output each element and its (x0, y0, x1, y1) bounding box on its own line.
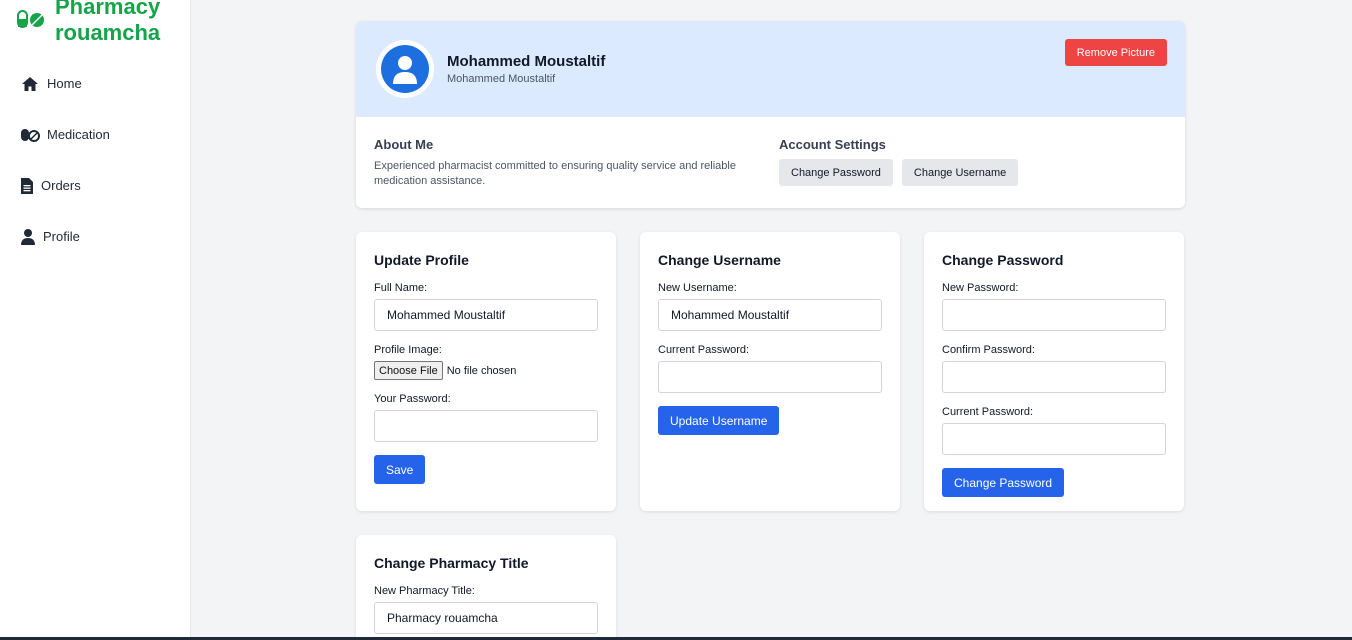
brand-line2: rouamcha (55, 20, 161, 45)
sidebar-nav: Home Medication Orders Profile (0, 58, 191, 262)
choose-file-button[interactable]: Choose File (374, 361, 443, 380)
scrollbar-track[interactable] (1344, 0, 1352, 640)
your-password-input[interactable] (374, 410, 598, 442)
about-me-title: About Me (374, 137, 434, 152)
new-pharmacy-title-label: New Pharmacy Title: (374, 585, 475, 597)
change-password-button[interactable]: Change Password (942, 468, 1065, 497)
account-settings-title: Account Settings (779, 137, 886, 152)
change-password-shortcut-button[interactable]: Change Password (779, 159, 893, 186)
main-content: Mohammed Moustaltif Mohammed Moustaltif … (356, 21, 1185, 640)
sidebar-item-profile[interactable]: Profile (0, 211, 191, 262)
profile-name: Mohammed Moustaltif (447, 53, 606, 70)
change-password-card: Change Password New Password: Confirm Pa… (924, 232, 1184, 511)
profile-card: Mohammed Moustaltif Mohammed Moustaltif … (356, 21, 1185, 208)
profile-details: About Me Experienced pharmacist committe… (356, 117, 1185, 208)
remove-picture-button[interactable]: Remove Picture (1064, 39, 1167, 66)
user-icon (20, 228, 36, 246)
save-button[interactable]: Save (374, 455, 426, 484)
card-title: Change Username (658, 252, 781, 268)
sidebar-item-label: Medication (47, 127, 110, 142)
home-icon (20, 75, 40, 93)
brand[interactable]: Pharmacy rouamcha (17, 0, 185, 46)
sidebar-item-orders[interactable]: Orders (0, 160, 191, 211)
sidebar-item-medication[interactable]: Medication (0, 109, 191, 160)
profile-header: Mohammed Moustaltif Mohammed Moustaltif … (356, 21, 1185, 117)
confirm-password-input[interactable] (942, 361, 1166, 393)
brand-title: Pharmacy rouamcha (55, 0, 185, 46)
pills-icon (20, 126, 40, 144)
profile-image-label: Profile Image: (374, 344, 442, 356)
sidebar-item-home[interactable]: Home (0, 58, 191, 109)
change-pharmacy-title-card: Change Pharmacy Title New Pharmacy Title… (356, 535, 616, 640)
full-name-input[interactable] (374, 299, 598, 331)
document-icon (20, 177, 34, 195)
username-current-password-input[interactable] (658, 361, 882, 393)
no-file-chosen-text: No file chosen (446, 364, 517, 377)
current-password-label: Current Password: (658, 344, 750, 356)
sidebar: Pharmacy rouamcha Home Medication Orders (0, 0, 191, 640)
update-profile-card: Update Profile Full Name: Profile Image:… (356, 232, 616, 511)
full-name-label: Full Name: (374, 282, 428, 294)
sidebar-item-label: Orders (41, 178, 81, 193)
pills-logo-icon (17, 10, 45, 28)
new-password-label: New Password: (942, 282, 1019, 294)
forms-row: Update Profile Full Name: Profile Image:… (356, 232, 1185, 511)
about-me-text: Experienced pharmacist committed to ensu… (374, 160, 736, 187)
profile-subtitle: Mohammed Moustaltif (447, 73, 556, 85)
forms-row-2: Change Pharmacy Title New Pharmacy Title… (356, 535, 1185, 640)
card-title: Update Profile (374, 252, 469, 268)
change-username-shortcut-button[interactable]: Change Username (901, 159, 1019, 186)
sidebar-item-label: Profile (43, 229, 80, 244)
profile-image-file-input: Choose File No file chosen (374, 361, 598, 380)
card-title: Change Pharmacy Title (374, 555, 529, 571)
avatar (376, 40, 434, 98)
confirm-password-label: Confirm Password: (942, 344, 1035, 356)
update-username-button[interactable]: Update Username (658, 406, 780, 435)
new-username-input[interactable] (658, 299, 882, 331)
current-password-label: Current Password: (942, 406, 1034, 418)
card-title: Change Password (942, 252, 1064, 268)
new-password-input[interactable] (942, 299, 1166, 331)
change-username-card: Change Username New Username: Current Pa… (640, 232, 900, 511)
account-settings-buttons: Change Password Change Username (779, 159, 1019, 186)
avatar-user-icon (381, 45, 429, 93)
new-pharmacy-title-input[interactable] (374, 602, 598, 634)
sidebar-item-label: Home (47, 76, 82, 91)
new-username-label: New Username: (658, 282, 737, 294)
password-current-password-input[interactable] (942, 423, 1166, 455)
your-password-label: Your Password: (374, 393, 451, 405)
brand-line1: Pharmacy (55, 0, 161, 19)
